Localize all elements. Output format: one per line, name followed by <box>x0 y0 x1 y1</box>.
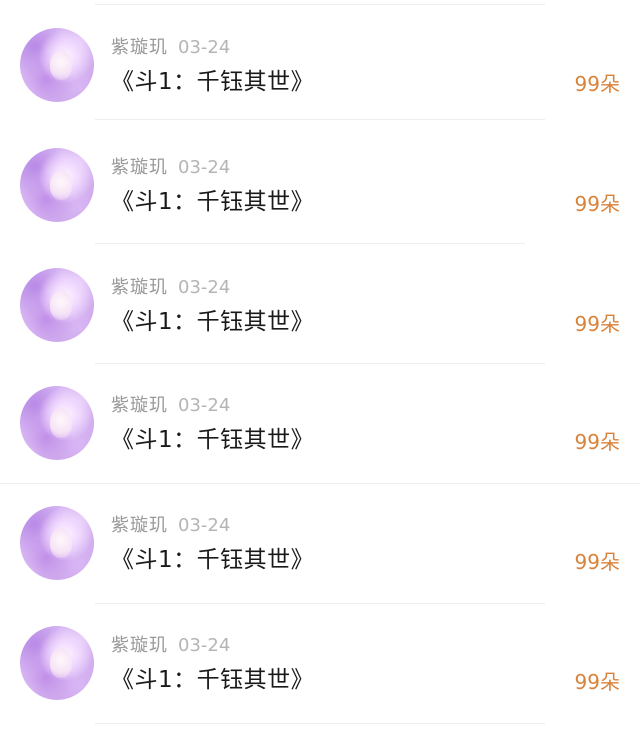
comment-row[interactable]: 紫璇玑 03-24 《斗1：千钰其世》 99朵 <box>0 244 640 364</box>
gift-count: 99朵 <box>574 550 620 574</box>
username[interactable]: 紫璇玑 <box>111 635 168 656</box>
comment-row[interactable]: 紫璇玑 03-24 《斗1：千钰其世》 99朵 <box>0 604 640 724</box>
username[interactable]: 紫璇玑 <box>111 157 168 178</box>
comment-text: 《斗1：千钰其世》 <box>111 547 315 573</box>
comment-text: 《斗1：千钰其世》 <box>111 427 315 453</box>
row-divider <box>95 723 545 724</box>
username[interactable]: 紫璇玑 <box>111 277 168 298</box>
comment-row[interactable]: 紫璇玑 03-24 《斗1：千钰其世》 99朵 <box>0 364 640 484</box>
gift-count: 99朵 <box>574 312 620 336</box>
comment-row[interactable]: 紫璇玑 03-24 《斗1：千钰其世》 99朵 <box>0 0 640 120</box>
user-avatar[interactable] <box>20 268 94 342</box>
comment-meta: 紫璇玑 03-24 <box>111 36 230 60</box>
username[interactable]: 紫璇玑 <box>111 515 168 536</box>
username[interactable]: 紫璇玑 <box>111 37 168 58</box>
comment-date: 03-24 <box>178 277 231 298</box>
user-avatar[interactable] <box>20 626 94 700</box>
user-avatar[interactable] <box>20 386 94 460</box>
row-divider <box>95 119 545 120</box>
comment-date: 03-24 <box>178 515 231 536</box>
comment-date: 03-24 <box>178 37 231 58</box>
comment-text: 《斗1：千钰其世》 <box>111 189 315 215</box>
gift-count: 99朵 <box>574 670 620 694</box>
gift-count: 99朵 <box>574 430 620 454</box>
user-avatar[interactable] <box>20 506 94 580</box>
comment-meta: 紫璇玑 03-24 <box>111 156 230 180</box>
comment-text: 《斗1：千钰其世》 <box>111 69 315 95</box>
comment-row[interactable]: 紫璇玑 03-24 《斗1：千钰其世》 99朵 <box>0 484 640 604</box>
comment-text: 《斗1：千钰其世》 <box>111 667 315 693</box>
comment-row[interactable]: 紫璇玑 03-24 《斗1：千钰其世》 99朵 <box>0 124 640 244</box>
gift-count: 99朵 <box>574 192 620 216</box>
comment-date: 03-24 <box>178 157 231 178</box>
comment-meta: 紫璇玑 03-24 <box>111 634 230 658</box>
user-avatar[interactable] <box>20 28 94 102</box>
comment-meta: 紫璇玑 03-24 <box>111 514 230 538</box>
comment-text: 《斗1：千钰其世》 <box>111 309 315 335</box>
comment-date: 03-24 <box>178 395 231 416</box>
comment-meta: 紫璇玑 03-24 <box>111 276 230 300</box>
comment-meta: 紫璇玑 03-24 <box>111 394 230 418</box>
username[interactable]: 紫璇玑 <box>111 395 168 416</box>
user-avatar[interactable] <box>20 148 94 222</box>
comment-date: 03-24 <box>178 635 231 656</box>
gift-count: 99朵 <box>574 72 620 96</box>
